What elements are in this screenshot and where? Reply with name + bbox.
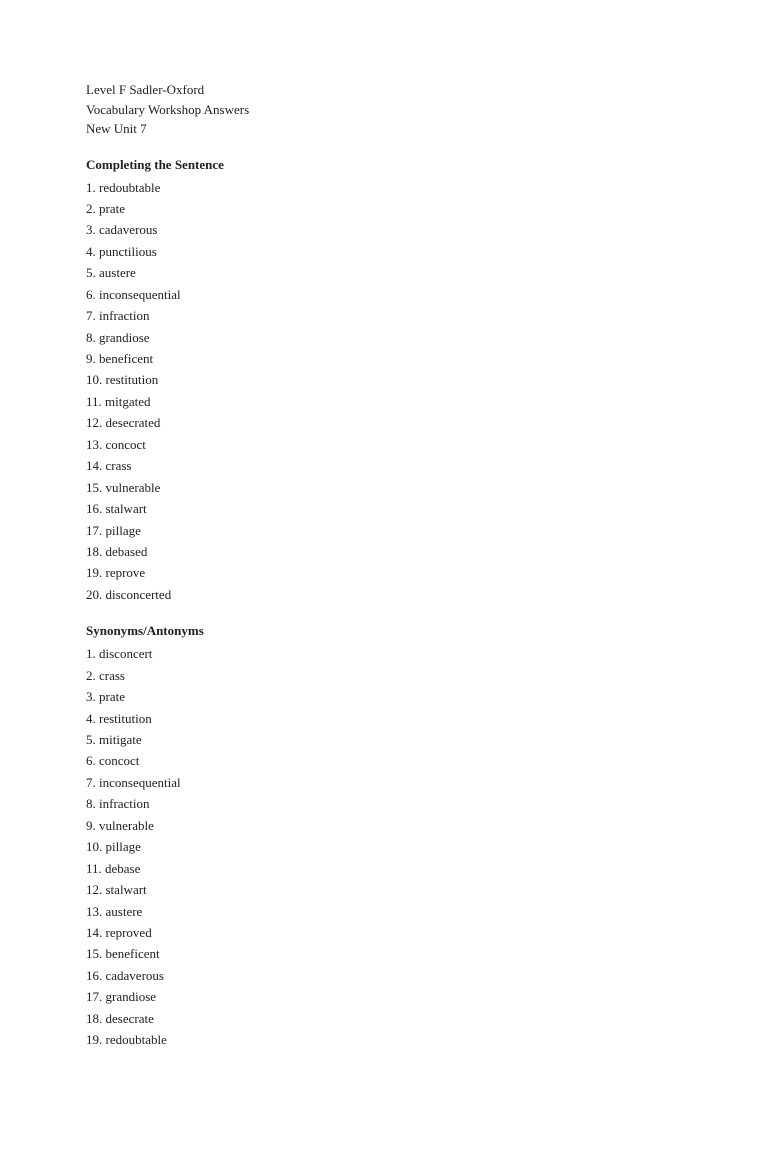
list-item: 6. concoct — [86, 750, 682, 771]
list-item: 12. desecrated — [86, 412, 682, 433]
synonyms-title: Synonyms/Antonyms — [86, 623, 682, 639]
list-item: 11. mitgated — [86, 391, 682, 412]
list-item: 7. inconsequential — [86, 772, 682, 793]
list-item: 18. debased — [86, 541, 682, 562]
completing-list: 1. redoubtable2. prate3. cadaverous4. pu… — [86, 177, 682, 606]
list-item: 17. grandiose — [86, 986, 682, 1007]
list-item: 9. vulnerable — [86, 815, 682, 836]
header-block: Level F Sadler-Oxford Vocabulary Worksho… — [86, 80, 682, 139]
list-item: 2. prate — [86, 198, 682, 219]
list-item: 5. austere — [86, 262, 682, 283]
list-item: 1. disconcert — [86, 643, 682, 664]
synonyms-list: 1. disconcert2. crass3. prate4. restitut… — [86, 643, 682, 1050]
list-item: 17. pillage — [86, 520, 682, 541]
list-item: 6. inconsequential — [86, 284, 682, 305]
list-item: 13. concoct — [86, 434, 682, 455]
list-item: 16. stalwart — [86, 498, 682, 519]
list-item: 10. pillage — [86, 836, 682, 857]
list-item: 18. desecrate — [86, 1008, 682, 1029]
list-item: 15. vulnerable — [86, 477, 682, 498]
list-item: 4. punctilious — [86, 241, 682, 262]
synonyms-section: Synonyms/Antonyms 1. disconcert2. crass3… — [86, 623, 682, 1050]
completing-section: Completing the Sentence 1. redoubtable2.… — [86, 157, 682, 606]
list-item: 16. cadaverous — [86, 965, 682, 986]
list-item: 3. cadaverous — [86, 219, 682, 240]
list-item: 11. debase — [86, 858, 682, 879]
list-item: 2. crass — [86, 665, 682, 686]
list-item: 8. infraction — [86, 793, 682, 814]
list-item: 19. reprove — [86, 562, 682, 583]
list-item: 9. beneficent — [86, 348, 682, 369]
list-item: 12. stalwart — [86, 879, 682, 900]
list-item: 14. reproved — [86, 922, 682, 943]
list-item: 7. infraction — [86, 305, 682, 326]
completing-title: Completing the Sentence — [86, 157, 682, 173]
header-line1: Level F Sadler-Oxford — [86, 80, 682, 100]
list-item: 1. redoubtable — [86, 177, 682, 198]
list-item: 3. prate — [86, 686, 682, 707]
header-line3: New Unit 7 — [86, 119, 682, 139]
list-item: 15. beneficent — [86, 943, 682, 964]
list-item: 13. austere — [86, 901, 682, 922]
list-item: 10. restitution — [86, 369, 682, 390]
list-item: 14. crass — [86, 455, 682, 476]
list-item: 5. mitigate — [86, 729, 682, 750]
list-item: 4. restitution — [86, 708, 682, 729]
list-item: 20. disconcerted — [86, 584, 682, 605]
list-item: 8. grandiose — [86, 327, 682, 348]
header-line2: Vocabulary Workshop Answers — [86, 100, 682, 120]
list-item: 19. redoubtable — [86, 1029, 682, 1050]
